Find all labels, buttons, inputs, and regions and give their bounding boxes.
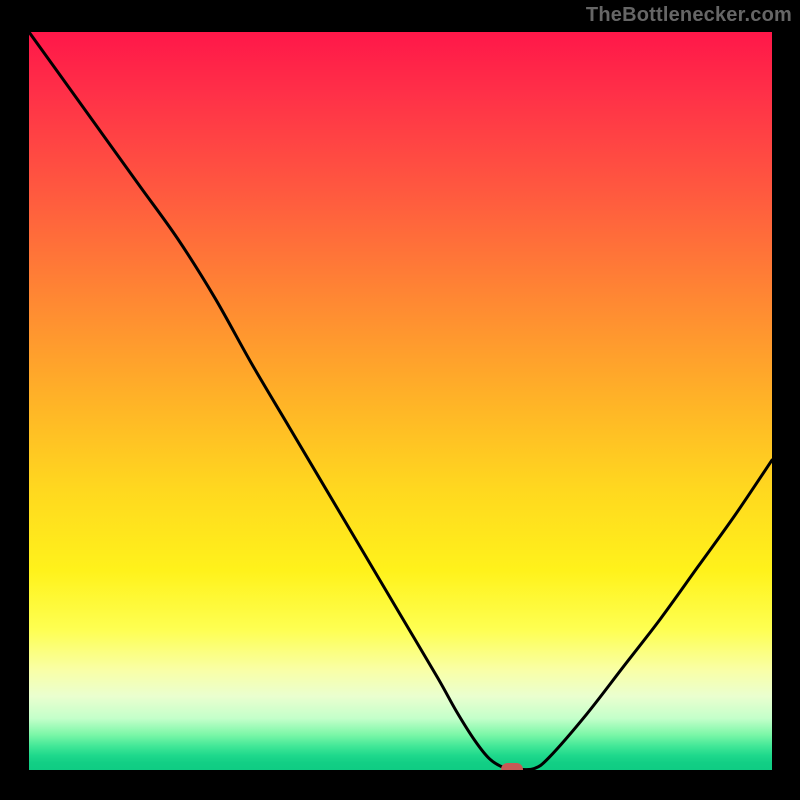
optimum-marker: [501, 763, 523, 771]
plot-area: [29, 32, 772, 770]
bottleneck-curve: [29, 32, 772, 770]
curve-svg: [29, 32, 772, 770]
chart-frame: TheBottlenecker.com: [0, 0, 800, 800]
source-caption: TheBottlenecker.com: [586, 4, 792, 27]
